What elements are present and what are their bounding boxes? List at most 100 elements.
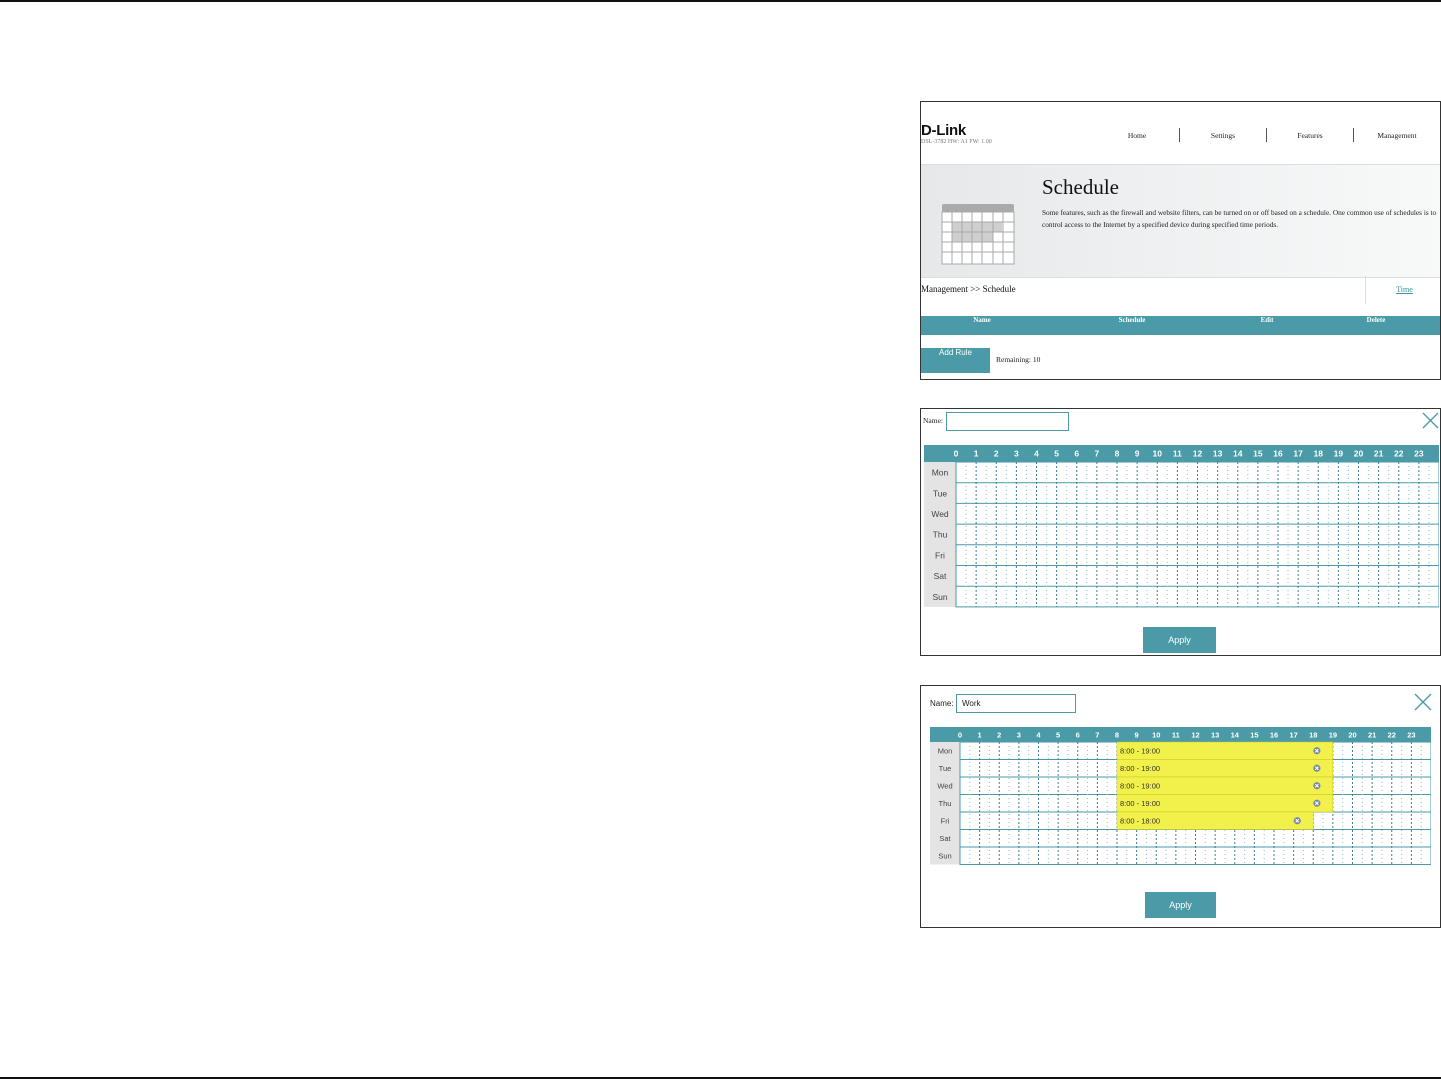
hour-label: 23: [1414, 449, 1424, 459]
apply-button[interactable]: Apply: [1143, 627, 1216, 653]
hour-label: 21: [1368, 730, 1376, 739]
column-schedule: Schedule: [1118, 316, 1146, 324]
calendar-icon: [941, 204, 1015, 265]
page-description: Some features, such as the firewall and …: [1042, 208, 1437, 229]
remaining-count: Remaining: 10: [996, 355, 1041, 364]
hour-label: 4: [1034, 449, 1039, 459]
hour-label: 7: [1095, 449, 1100, 459]
hour-label: 5: [1054, 449, 1059, 459]
hour-label: 12: [1191, 730, 1199, 739]
schedule-list-screenshot: D-Link DSL-3782 HW: A1 FW: 1.00 Home Set…: [920, 101, 1441, 380]
hour-label: 3: [1017, 730, 1021, 739]
day-label: Sun: [932, 592, 947, 602]
hour-label: 8: [1115, 449, 1120, 459]
nav-separator: [1179, 128, 1180, 142]
schedule-editor-filled-screenshot: Name: Work 0 1 2 3 4 5 6 7 8 9 10 11 12 13 14 15 16 17 18 1…: [920, 685, 1441, 928]
schedule-block-label: 8:00 - 18:00: [1120, 817, 1160, 826]
name-label: Name:: [923, 416, 943, 425]
hour-label: 6: [1076, 730, 1080, 739]
hour-label: 17: [1293, 449, 1303, 459]
close-icon[interactable]: [1421, 411, 1440, 430]
day-label: Sun: [938, 852, 951, 861]
hour-label: 14: [1233, 449, 1243, 459]
hour-label: 1: [974, 449, 979, 459]
remove-icon[interactable]: [1313, 747, 1321, 755]
column-delete: Delete: [1366, 316, 1386, 324]
hour-label: 9: [1135, 449, 1140, 459]
schedule-editor-empty-screenshot: Name: 0 1 2 3 4 5 6 7 8 9 10 11 12 13 14 15 16 17 18 19 20 21…: [920, 408, 1441, 656]
hour-label: 13: [1211, 730, 1219, 739]
hour-label: 19: [1329, 730, 1337, 739]
page-title: Schedule: [1042, 175, 1119, 199]
day-label: Sat: [934, 571, 947, 581]
day-label: Mon: [932, 468, 949, 478]
nav-management[interactable]: Management: [1367, 131, 1427, 140]
column-edit: Edit: [1260, 316, 1274, 324]
day-label: Thu: [933, 530, 948, 540]
day-label: Wed: [937, 782, 952, 791]
hour-label: 0: [958, 730, 962, 739]
name-label: Name:: [930, 699, 954, 708]
day-label: Fri: [941, 817, 950, 826]
day-label: Tue: [933, 488, 948, 498]
nav-separator: [1353, 128, 1354, 142]
remove-icon[interactable]: [1313, 782, 1321, 790]
breadcrumb: Management >> Schedule: [921, 284, 1016, 294]
hour-label: 23: [1407, 730, 1415, 739]
hour-label: 5: [1056, 730, 1060, 739]
hour-label: 17: [1289, 730, 1297, 739]
schedule-block-label: 8:00 - 19:00: [1120, 799, 1160, 808]
hour-label: 9: [1135, 730, 1139, 739]
hour-label: 13: [1213, 449, 1223, 459]
name-input[interactable]: [946, 412, 1069, 431]
nav-features[interactable]: Features: [1280, 131, 1340, 140]
device-model-info: DSL-3782 HW: A1 FW: 1.00: [921, 139, 992, 145]
column-name: Name: [973, 316, 991, 324]
hour-label: 10: [1152, 730, 1160, 739]
page-bottom-rule: [0, 1077, 1441, 1079]
hour-label: 20: [1354, 449, 1364, 459]
remove-icon[interactable]: [1293, 817, 1301, 825]
nav-settings[interactable]: Settings: [1193, 131, 1253, 140]
remove-icon[interactable]: [1313, 799, 1321, 807]
schedule-header-banner: Schedule Some features, such as the fire…: [921, 164, 1440, 278]
hour-label: 18: [1314, 449, 1324, 459]
name-input[interactable]: Work: [956, 694, 1076, 713]
hour-label: 20: [1348, 730, 1356, 739]
apply-button[interactable]: Apply: [1145, 892, 1216, 918]
hour-label: 2: [997, 730, 1001, 739]
hour-label: 3: [1014, 449, 1019, 459]
hour-label: 12: [1193, 449, 1203, 459]
dlink-logo: D-Link: [921, 122, 966, 139]
day-label: Fri: [935, 550, 945, 560]
hour-label: 0: [954, 449, 959, 459]
hour-label: 15: [1253, 449, 1263, 459]
day-label: Tue: [939, 764, 952, 773]
hour-label: 11: [1172, 730, 1180, 739]
hour-label: 19: [1334, 449, 1344, 459]
nav-home[interactable]: Home: [1107, 131, 1167, 140]
time-link[interactable]: Time: [1365, 276, 1440, 304]
schedule-table-header: Name Schedule Edit Delete: [921, 316, 1440, 335]
hour-label: 7: [1095, 730, 1099, 739]
hour-label: 16: [1273, 449, 1283, 459]
day-label: Thu: [939, 799, 952, 808]
hour-label: 15: [1250, 730, 1258, 739]
hour-label: 10: [1153, 449, 1163, 459]
hour-label: 11: [1173, 449, 1182, 459]
schedule-block-label: 8:00 - 19:00: [1120, 764, 1160, 773]
add-rule-button[interactable]: Add Rule: [921, 348, 990, 373]
weekly-schedule-grid[interactable]: 0 1 2 3 4 5 6 7 8 9 10 11 12 13 14 15 16 17 18 19 20 21 22 23Mo…: [930, 727, 1431, 867]
page-top-rule: [0, 0, 1441, 2]
hour-label: 22: [1394, 449, 1404, 459]
remove-icon[interactable]: [1313, 764, 1321, 772]
hour-label: 16: [1270, 730, 1278, 739]
hour-label: 6: [1074, 449, 1079, 459]
day-label: Wed: [931, 509, 949, 519]
weekly-schedule-grid[interactable]: 0 1 2 3 4 5 6 7 8 9 10 11 12 13 14 15 16 17 18 19 20 21 22 23Mo…: [924, 445, 1439, 609]
schedule-block-label: 8:00 - 19:00: [1120, 782, 1160, 791]
close-icon[interactable]: [1413, 692, 1433, 712]
hour-label: 14: [1231, 730, 1240, 739]
hour-label: 1: [978, 730, 982, 739]
hour-label: 18: [1309, 730, 1317, 739]
